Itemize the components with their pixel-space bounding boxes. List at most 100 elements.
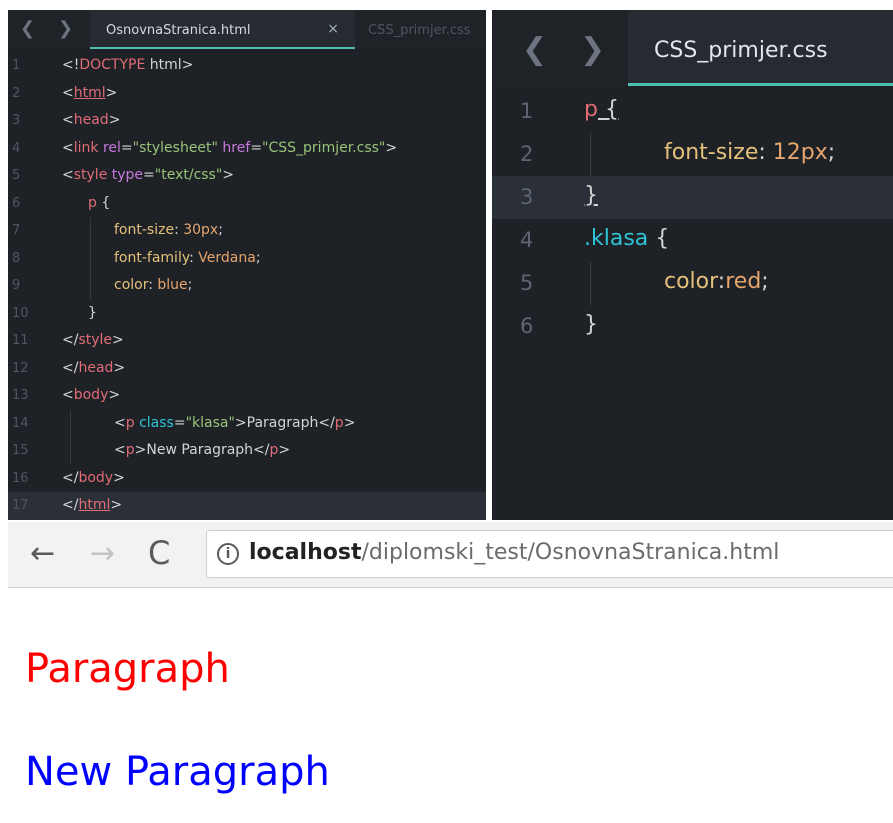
line-number: 3 [520,185,534,209]
css-editor-tab-bar: ❮ ❯ CSS_primjer.css [492,10,893,86]
code-token: > [385,139,398,156]
line-number: 12 [12,360,29,376]
line-number: 11 [12,333,29,348]
css-editor-pane: ❮ ❯ CSS_primjer.css 1 p { 2 font-size: 1… [492,10,893,520]
line-number: 4 [12,140,21,156]
line-number: 2 [520,142,534,166]
code-token: </ [62,359,79,376]
code-token: ; [218,222,223,238]
code-line: 9 color: blue; [8,272,486,300]
address-bar[interactable]: i localhost/diplomski_test/OsnovnaStrani… [206,530,893,578]
code-token: < [62,84,74,101]
url-path: /diplomski_test/OsnovnaStranica.html [361,540,780,565]
code-token: red [725,269,762,294]
code-line: 2 <html> [8,80,486,108]
line-number: 2 [12,85,21,101]
code-line: 14 <p class="klasa">Paragraph</p> [8,409,486,437]
line-number: 6 [12,195,21,211]
line-number: 15 [12,443,29,458]
code-line-current: 17 </html> [8,492,486,520]
code-token: p [584,97,598,122]
browser-window: ← → C i localhost/diplomski_test/Osnovna… [8,522,893,823]
indent-guide [70,409,71,437]
chevron-left-icon[interactable]: ❮ [20,18,35,39]
info-icon[interactable]: i [217,543,239,565]
code-token: > [343,414,356,431]
line-number: 4 [520,228,534,252]
code-token: : [758,140,773,165]
code-token: : [174,222,184,238]
code-token: "text/css" [154,167,223,183]
code-token: "stylesheet" [132,139,218,156]
code-token: color [664,269,718,294]
close-icon[interactable]: × [327,21,339,37]
code-line: 7 font-size: 30px; [8,217,486,245]
code-token: } [584,183,598,208]
indent-guide [590,262,591,305]
code-token: > [110,497,123,513]
code-token: ; [255,249,261,266]
reload-icon[interactable]: C [148,534,170,572]
code-token: .klasa [584,226,649,251]
code-token: head [78,359,114,376]
code-line: 6 p { [8,190,486,218]
tab-osnovnastranica-html[interactable]: OsnovnaStranica.html × [90,10,355,49]
code-token: < [62,139,74,156]
code-token: > [108,112,121,128]
line-number: 1 [520,99,534,123]
indent-guide [90,272,91,300]
code-token: style [73,167,108,183]
chevron-right-icon[interactable]: ❯ [580,32,605,67]
code-token: < [114,414,126,431]
code-line: 3 <head> [8,107,486,135]
code-token: = [143,167,155,183]
code-line: 10 } [8,300,486,328]
code-line: 13 <body> [8,382,486,410]
code-token: > [112,332,124,348]
code-token: { [648,226,670,251]
line-number: 5 [12,168,21,183]
code-token: body [73,387,109,403]
tab-label: OsnovnaStranica.html [106,23,251,38]
code-token: > [113,359,126,376]
code-token: ; [827,140,836,165]
code-token: = [173,414,186,431]
line-number: 5 [520,271,534,295]
code-token: style [78,332,113,348]
chevron-right-icon[interactable]: ❯ [58,18,73,39]
code-token: { [96,194,111,211]
indent-guide [90,244,91,272]
code-token: head [73,112,109,128]
code-token: Verdana [198,249,256,266]
code-token: link [73,139,99,156]
css-code-area[interactable]: 1 p { 2 font-size: 12px; 3 } 4 .klasa { … [492,90,893,348]
code-token: = [120,139,133,156]
code-line: 11 </style> [8,327,486,355]
tab-css-primjer[interactable]: CSS_primjer.css [368,23,471,38]
code-token: < [62,387,74,403]
code-token: </ [62,332,79,348]
code-token: p [88,194,97,211]
code-line: 8 font-family: Verdana; [8,244,486,272]
back-arrow-icon[interactable]: ← [30,536,55,571]
url-text[interactable]: localhost/diplomski_test/OsnovnaStranica… [249,540,779,565]
code-token: 12px [772,140,828,165]
line-number: 16 [12,470,29,486]
code-token: p [334,414,344,431]
code-token: font-size [114,222,175,238]
code-line: 5 <style type="text/css"> [8,162,486,190]
code-token: { [597,97,619,122]
chevron-left-icon[interactable]: ❮ [522,32,547,67]
code-token: < [62,112,74,128]
forward-arrow-icon[interactable]: → [90,536,115,571]
tab-css-primjer-active[interactable]: CSS_primjer.css [628,10,893,86]
line-number: 10 [12,305,29,321]
code-line: 15 <p>New Paragraph</p> [8,437,486,465]
line-number: 14 [12,415,29,431]
html-editor-pane: ❮ ❯ OsnovnaStranica.html × CSS_primjer.c… [8,10,486,520]
indent-guide [70,437,71,465]
code-token: rel [98,139,121,156]
code-token: p [125,442,135,458]
html-code-area[interactable]: 1 <!DOCTYPE html> 2 <html> 3 <head> 4 <l… [8,52,486,520]
code-token: DOCTYPE [79,57,146,73]
